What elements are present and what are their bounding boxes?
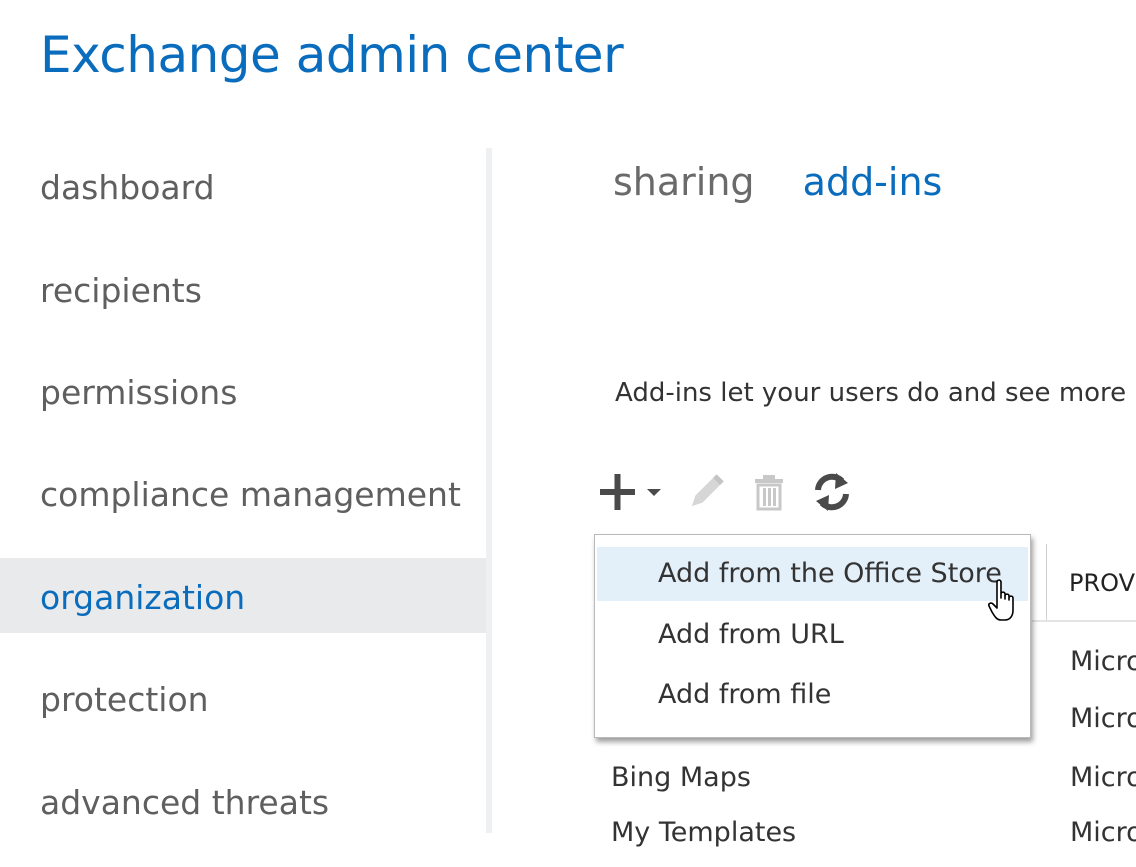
tab-sharing[interactable]: sharing bbox=[613, 160, 755, 204]
row-provider: Micro bbox=[1070, 762, 1136, 793]
add-icon[interactable] bbox=[598, 470, 640, 514]
tab-add-ins[interactable]: add-ins bbox=[803, 160, 943, 204]
column-header-provider[interactable]: PROV bbox=[1046, 544, 1136, 620]
page-description: Add-ins let your users do and see more bbox=[615, 378, 1127, 408]
sidebar-item-organization[interactable]: organization bbox=[0, 558, 486, 633]
menu-item-add-from-office-store[interactable]: Add from the Office Store bbox=[597, 547, 1028, 601]
sidebar-item-dashboard[interactable]: dashboard bbox=[0, 150, 486, 226]
table-row[interactable]: Bing Maps Micro bbox=[0, 762, 1136, 812]
app-title: Exchange admin center bbox=[40, 26, 624, 84]
menu-item-add-from-file[interactable]: Add from file bbox=[597, 668, 1028, 722]
table-row[interactable]: My Templates Micro bbox=[0, 817, 1136, 867]
sidebar-item-compliance-management[interactable]: compliance management bbox=[0, 457, 486, 533]
row-provider: Micro bbox=[1070, 646, 1136, 677]
refresh-icon[interactable] bbox=[812, 470, 852, 514]
edit-icon[interactable] bbox=[684, 470, 728, 514]
tab-bar: sharing add-ins bbox=[613, 160, 978, 204]
delete-icon[interactable] bbox=[752, 470, 788, 514]
menu-item-add-from-url[interactable]: Add from URL bbox=[597, 608, 1028, 662]
add-menu-dropdown: Add from the Office Store Add from URL A… bbox=[594, 534, 1031, 738]
dropdown-arrow-icon[interactable] bbox=[644, 470, 666, 514]
sidebar-item-recipients[interactable]: recipients bbox=[0, 253, 486, 329]
row-name: Bing Maps bbox=[611, 762, 751, 793]
sidebar-item-permissions[interactable]: permissions bbox=[0, 355, 486, 431]
row-provider: Micro bbox=[1070, 703, 1136, 734]
header-separator bbox=[1032, 620, 1136, 622]
